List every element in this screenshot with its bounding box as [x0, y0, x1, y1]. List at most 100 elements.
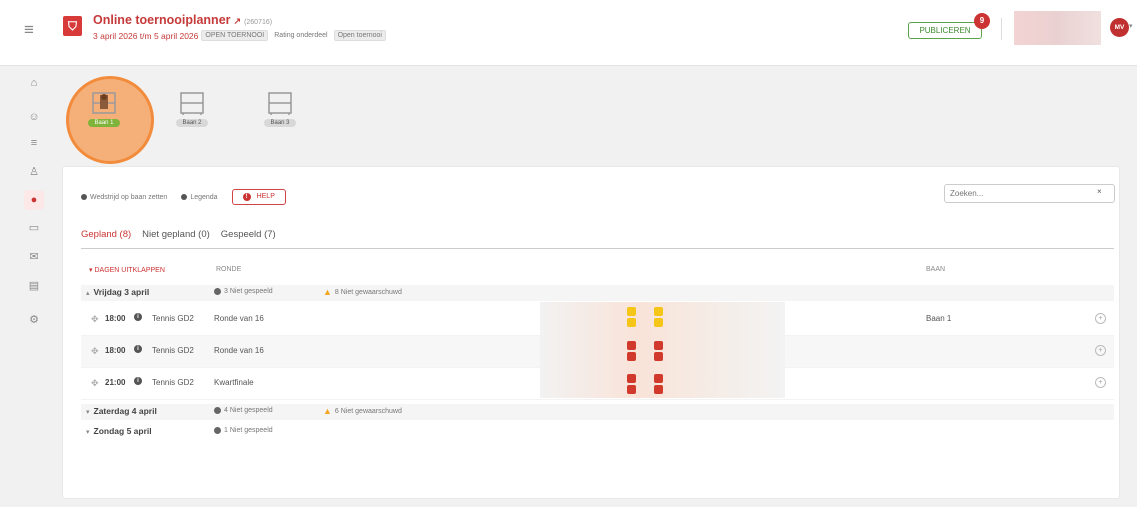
print-icon[interactable]: ▤: [24, 276, 44, 296]
toolbar: Wedstrijd op baan zetten Legenda ! HELP: [81, 189, 286, 205]
column-header-round: RONDE: [216, 266, 242, 273]
not-played-text: 3 Niet gespeeld: [224, 288, 273, 295]
user-avatar[interactable]: MV: [1110, 18, 1129, 37]
app-title-text: Online toernooiplanner: [93, 13, 231, 27]
column-header-court: BAAN: [926, 266, 946, 273]
chevron-down-icon: ▾: [86, 409, 90, 416]
day-row-sunday[interactable]: ▾ Zondag 5 april 1 Niet gespeeld: [81, 424, 1114, 440]
bracket-icon[interactable]: ♙: [24, 162, 44, 182]
match-round: Kwartfinale: [214, 378, 254, 387]
expand-row-icon[interactable]: +: [1095, 345, 1106, 356]
match-category: Tennis GD2: [152, 378, 194, 387]
court-icon: [180, 92, 204, 115]
drag-handle-icon[interactable]: ✥: [91, 314, 99, 325]
mail-icon[interactable]: ✉: [24, 247, 44, 267]
status-square: [627, 352, 636, 361]
info-icon[interactable]: i: [134, 313, 142, 321]
status-square: [627, 385, 636, 394]
not-played-count: 3 Niet gespeeld: [214, 288, 273, 295]
day-row-friday[interactable]: ▴ Vrijdag 3 april 3 Niet gespeeld ▲ 8 Niet…: [81, 285, 1114, 301]
tab-gepland[interactable]: Gepland (8): [81, 229, 131, 245]
tag-open-toernooi: OPEN TOERNOOI: [201, 30, 269, 41]
info-icon: [81, 194, 87, 200]
divider: [1001, 18, 1002, 40]
list-icon[interactable]: ≡: [24, 133, 44, 153]
expand-days-button[interactable]: ▾ DAGEN UITKLAPPEN: [89, 266, 165, 274]
status-square: [627, 341, 636, 350]
match-round: Ronde van 16: [214, 346, 264, 355]
status-square: [654, 385, 663, 394]
day-title-text: Zaterdag 4 april: [93, 406, 157, 416]
tab-niet-gepland[interactable]: Niet gepland (0): [142, 229, 210, 245]
app-title[interactable]: Online toernooiplanner ↗ (260716): [93, 13, 272, 27]
chevron-down-icon[interactable]: ▾: [1129, 22, 1133, 30]
info-icon[interactable]: i: [134, 377, 142, 385]
tab-divider: [81, 248, 1114, 249]
court-label: Baan 3: [264, 119, 296, 127]
status-square: [627, 307, 636, 316]
match-time: 18:00: [105, 314, 126, 323]
day-title-text: Zondag 5 april: [93, 426, 152, 436]
day-title: ▴ Vrijdag 3 april: [86, 287, 149, 297]
expand-row-icon[interactable]: +: [1095, 377, 1106, 388]
screen-icon[interactable]: ▭: [24, 218, 44, 238]
drag-handle-icon[interactable]: ✥: [91, 346, 99, 357]
match-court: Baan 1: [926, 314, 952, 323]
tab-gespeeld[interactable]: Gespeeld (7): [221, 229, 276, 245]
help-button[interactable]: ! HELP: [231, 189, 286, 205]
not-notified-count: ▲ 6 Niet gewaarschuwd: [323, 406, 402, 416]
chevron-down-icon: ▾: [86, 429, 90, 436]
court-baan-1[interactable]: Baan 1: [82, 91, 126, 135]
not-played-text: 1 Niet gespeeld: [224, 427, 273, 434]
redacted-user-info: [1014, 11, 1101, 45]
planner-icon[interactable]: ●: [24, 190, 44, 210]
not-played-count: 4 Niet gespeeld: [214, 407, 273, 414]
date-range: 3 april 2026 t/m 5 april 2026: [93, 30, 199, 41]
court-baan-3[interactable]: Baan 3: [258, 91, 302, 135]
tabs: Gepland (8) Niet gepland (0) Gespeeld (7…: [81, 229, 276, 245]
status-square: [654, 352, 663, 361]
warning-icon: ▲: [323, 287, 332, 297]
court-strip: Baan 1 Baan 2 Baan 3: [66, 66, 1137, 166]
status-square: [654, 318, 663, 327]
not-played-count: 1 Niet gespeeld: [214, 427, 273, 434]
legend-label: Legenda: [190, 193, 218, 201]
assign-to-court-button[interactable]: Wedstrijd op baan zetten: [81, 194, 167, 201]
court-baan-2[interactable]: Baan 2: [170, 91, 214, 135]
external-link-icon[interactable]: ↗: [234, 16, 242, 26]
hamburger-icon[interactable]: ≡: [24, 20, 34, 40]
match-time: 18:00: [105, 346, 126, 355]
not-notified-text: 8 Niet gewaarschuwd: [334, 288, 402, 296]
tournament-id: (260716): [244, 19, 273, 26]
match-time: 21:00: [105, 378, 126, 387]
info-icon: [181, 194, 188, 200]
match-category: Tennis GD2: [152, 346, 194, 355]
legend-button[interactable]: Legenda: [181, 193, 218, 201]
top-bar: ≡ ⛉ Online toernooiplanner ↗ (260716) 3 ap…: [0, 0, 1137, 66]
publish-count-badge: 9: [974, 13, 990, 29]
alert-icon: !: [242, 193, 251, 201]
not-played-text: 4 Niet gespeeld: [224, 407, 273, 414]
settings-icon[interactable]: ⚙: [24, 310, 44, 330]
day-row-saturday[interactable]: ▾ Zaterdag 4 april 4 Niet gespeeld ▲ 6 Nie…: [81, 404, 1114, 420]
drag-handle-icon[interactable]: ✥: [91, 378, 99, 389]
tag-rating: Rating onderdeel: [274, 32, 328, 39]
tag-open: Open toernooi: [333, 30, 386, 41]
status-square: [627, 374, 636, 383]
chevron-up-icon: ▴: [86, 290, 90, 297]
players-icon[interactable]: ☺: [24, 107, 44, 127]
sidebar: ⌂ ☺ ≡ ♙ ● ▭ ✉ ▤ ⚙: [0, 66, 66, 507]
day-title: ▾ Zondag 5 april: [86, 426, 152, 436]
day-title: ▾ Zaterdag 4 april: [86, 406, 157, 416]
status-square: [654, 374, 663, 383]
publish-button[interactable]: PUBLICEREN: [908, 22, 982, 39]
status-dot-icon: [214, 407, 221, 414]
clear-search-icon[interactable]: ×: [1097, 187, 1102, 196]
expand-row-icon[interactable]: +: [1095, 313, 1106, 324]
status-square: [654, 307, 663, 316]
info-icon[interactable]: i: [134, 345, 142, 353]
expand-days-label: DAGEN UITKLAPPEN: [94, 267, 165, 274]
home-icon[interactable]: ⌂: [24, 73, 44, 93]
app-logo: ⛉: [63, 16, 82, 36]
search-input[interactable]: [944, 184, 1115, 203]
